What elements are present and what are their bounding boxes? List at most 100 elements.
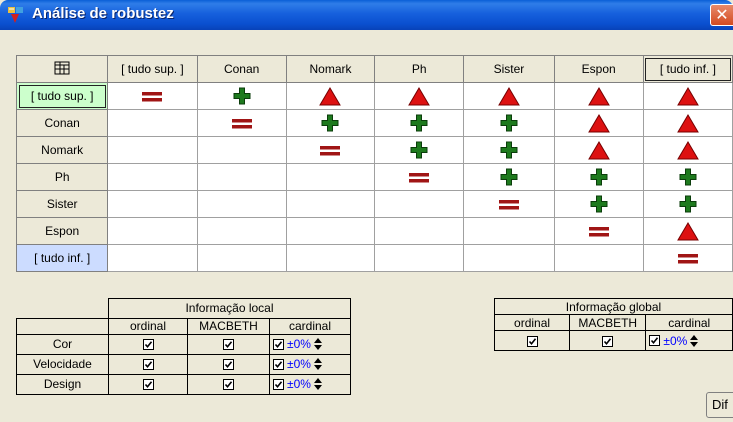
matrix-cell[interactable] [374,163,465,191]
dif-button[interactable]: Dif [706,392,733,418]
column-header[interactable]: Ph [374,55,465,83]
matrix-cell[interactable] [285,190,376,218]
plus-symbol [500,168,518,186]
column-header[interactable]: Espon [553,55,644,83]
table-icon [54,61,70,74]
spin-arrows-icon[interactable] [313,337,322,351]
ordinal-checkbox[interactable] [142,379,154,391]
plus-symbol [410,141,428,159]
matrix-cell[interactable] [463,136,555,164]
local-header-ordinal: ordinal [108,317,188,335]
matrix-cell[interactable] [553,136,644,164]
cardinal-percent[interactable]: ±0% [287,377,311,391]
matrix-cell[interactable] [463,217,555,245]
row-header[interactable]: Nomark [15,136,109,164]
matrix-cell[interactable] [107,244,198,272]
criterion-label: Cor [16,333,109,355]
matrix-cell[interactable] [196,82,287,110]
matrix-cell[interactable] [285,136,376,164]
column-header[interactable]: [ tudo sup. ] [107,55,198,83]
matrix-cell[interactable] [196,136,287,164]
matrix-cell[interactable] [196,190,287,218]
matrix-cell[interactable] [463,82,555,110]
matrix-cell[interactable] [374,244,465,272]
macbeth-checkbox[interactable] [223,379,234,391]
triangle-symbol [498,86,520,105]
spin-arrows-icon[interactable] [690,334,699,348]
matrix-cell[interactable] [107,82,198,110]
row-header[interactable]: [ tudo sup. ] [15,82,109,110]
matrix-cell[interactable] [374,190,465,218]
triangle-symbol [587,140,610,159]
matrix-cell[interactable] [285,244,376,272]
matrix-cell[interactable] [374,109,465,137]
cardinal-checkbox[interactable] [273,338,284,350]
macbeth-checkbox[interactable] [223,339,234,351]
matrix-cell[interactable] [642,217,733,245]
matrix-cell[interactable] [463,109,555,137]
matrix-cell[interactable] [642,136,733,164]
matrix-cell[interactable] [285,109,376,137]
column-header[interactable]: Conan [196,55,287,83]
matrix-cell[interactable] [285,82,376,110]
matrix-cell[interactable] [463,244,555,272]
cardinal-checkbox[interactable] [273,378,284,390]
spin-arrows-icon[interactable] [313,377,322,391]
matrix-cell[interactable] [642,190,733,218]
local-header-cardinal: cardinal [269,317,351,335]
plus-symbol [590,195,608,213]
matrix-cell[interactable] [196,217,287,245]
global-header-cardinal: cardinal [645,314,733,331]
matrix-cell[interactable] [642,82,733,110]
ordinal-checkbox[interactable] [142,359,154,371]
matrix-cell[interactable] [196,244,287,272]
cardinal-percent[interactable]: ±0% [287,337,311,351]
matrix-cell[interactable] [285,217,376,245]
matrix-cell[interactable] [642,244,733,272]
matrix-cell[interactable] [107,163,198,191]
spin-arrows-icon[interactable] [313,357,322,371]
row-header[interactable]: Espon [15,217,109,245]
matrix-cell[interactable] [374,217,465,245]
matrix-cell[interactable] [196,163,287,191]
global-macbeth-checkbox[interactable] [602,335,614,347]
global-ordinal-checkbox[interactable] [526,335,538,347]
column-header[interactable]: [ tudo inf. ] [642,55,733,83]
ordinal-checkbox[interactable] [142,339,154,351]
matrix-cell[interactable] [107,136,198,164]
matrix-cell[interactable] [107,190,198,218]
matrix-cell[interactable] [553,244,644,272]
matrix-cell[interactable] [642,163,733,191]
matrix-cell[interactable] [285,163,376,191]
cardinal-percent[interactable]: ±0% [287,357,311,371]
cardinal-checkbox[interactable] [273,358,284,370]
matrix-cell[interactable] [196,109,287,137]
equal-symbol [320,145,341,156]
plus-symbol [679,195,697,213]
matrix-cell[interactable] [553,190,644,218]
plus-symbol [233,87,251,105]
matrix-cell[interactable] [374,82,465,110]
global-cardinal-checkbox[interactable] [649,335,661,346]
row-header[interactable]: Ph [15,163,109,191]
matrix-cell[interactable] [553,217,644,245]
matrix-cell[interactable] [553,82,644,110]
matrix-cell[interactable] [642,109,733,137]
row-header[interactable]: Sister [15,190,109,218]
close-button[interactable]: ✕ [710,4,733,26]
global-cardinal-percent[interactable]: ±0% [663,334,687,348]
row-header[interactable]: Conan [15,109,109,137]
matrix-cell[interactable] [107,217,198,245]
matrix-cell[interactable] [553,163,644,191]
column-header[interactable]: Sister [463,55,555,83]
column-header[interactable]: Nomark [285,55,376,83]
plus-symbol [500,114,518,132]
matrix-cell[interactable] [107,109,198,137]
matrix-cell[interactable] [374,136,465,164]
macbeth-checkbox[interactable] [223,359,234,371]
matrix-cell[interactable] [463,190,555,218]
matrix-corner [15,55,109,83]
matrix-cell[interactable] [553,109,644,137]
row-header[interactable]: [ tudo inf. ] [15,244,109,272]
matrix-cell[interactable] [463,163,555,191]
